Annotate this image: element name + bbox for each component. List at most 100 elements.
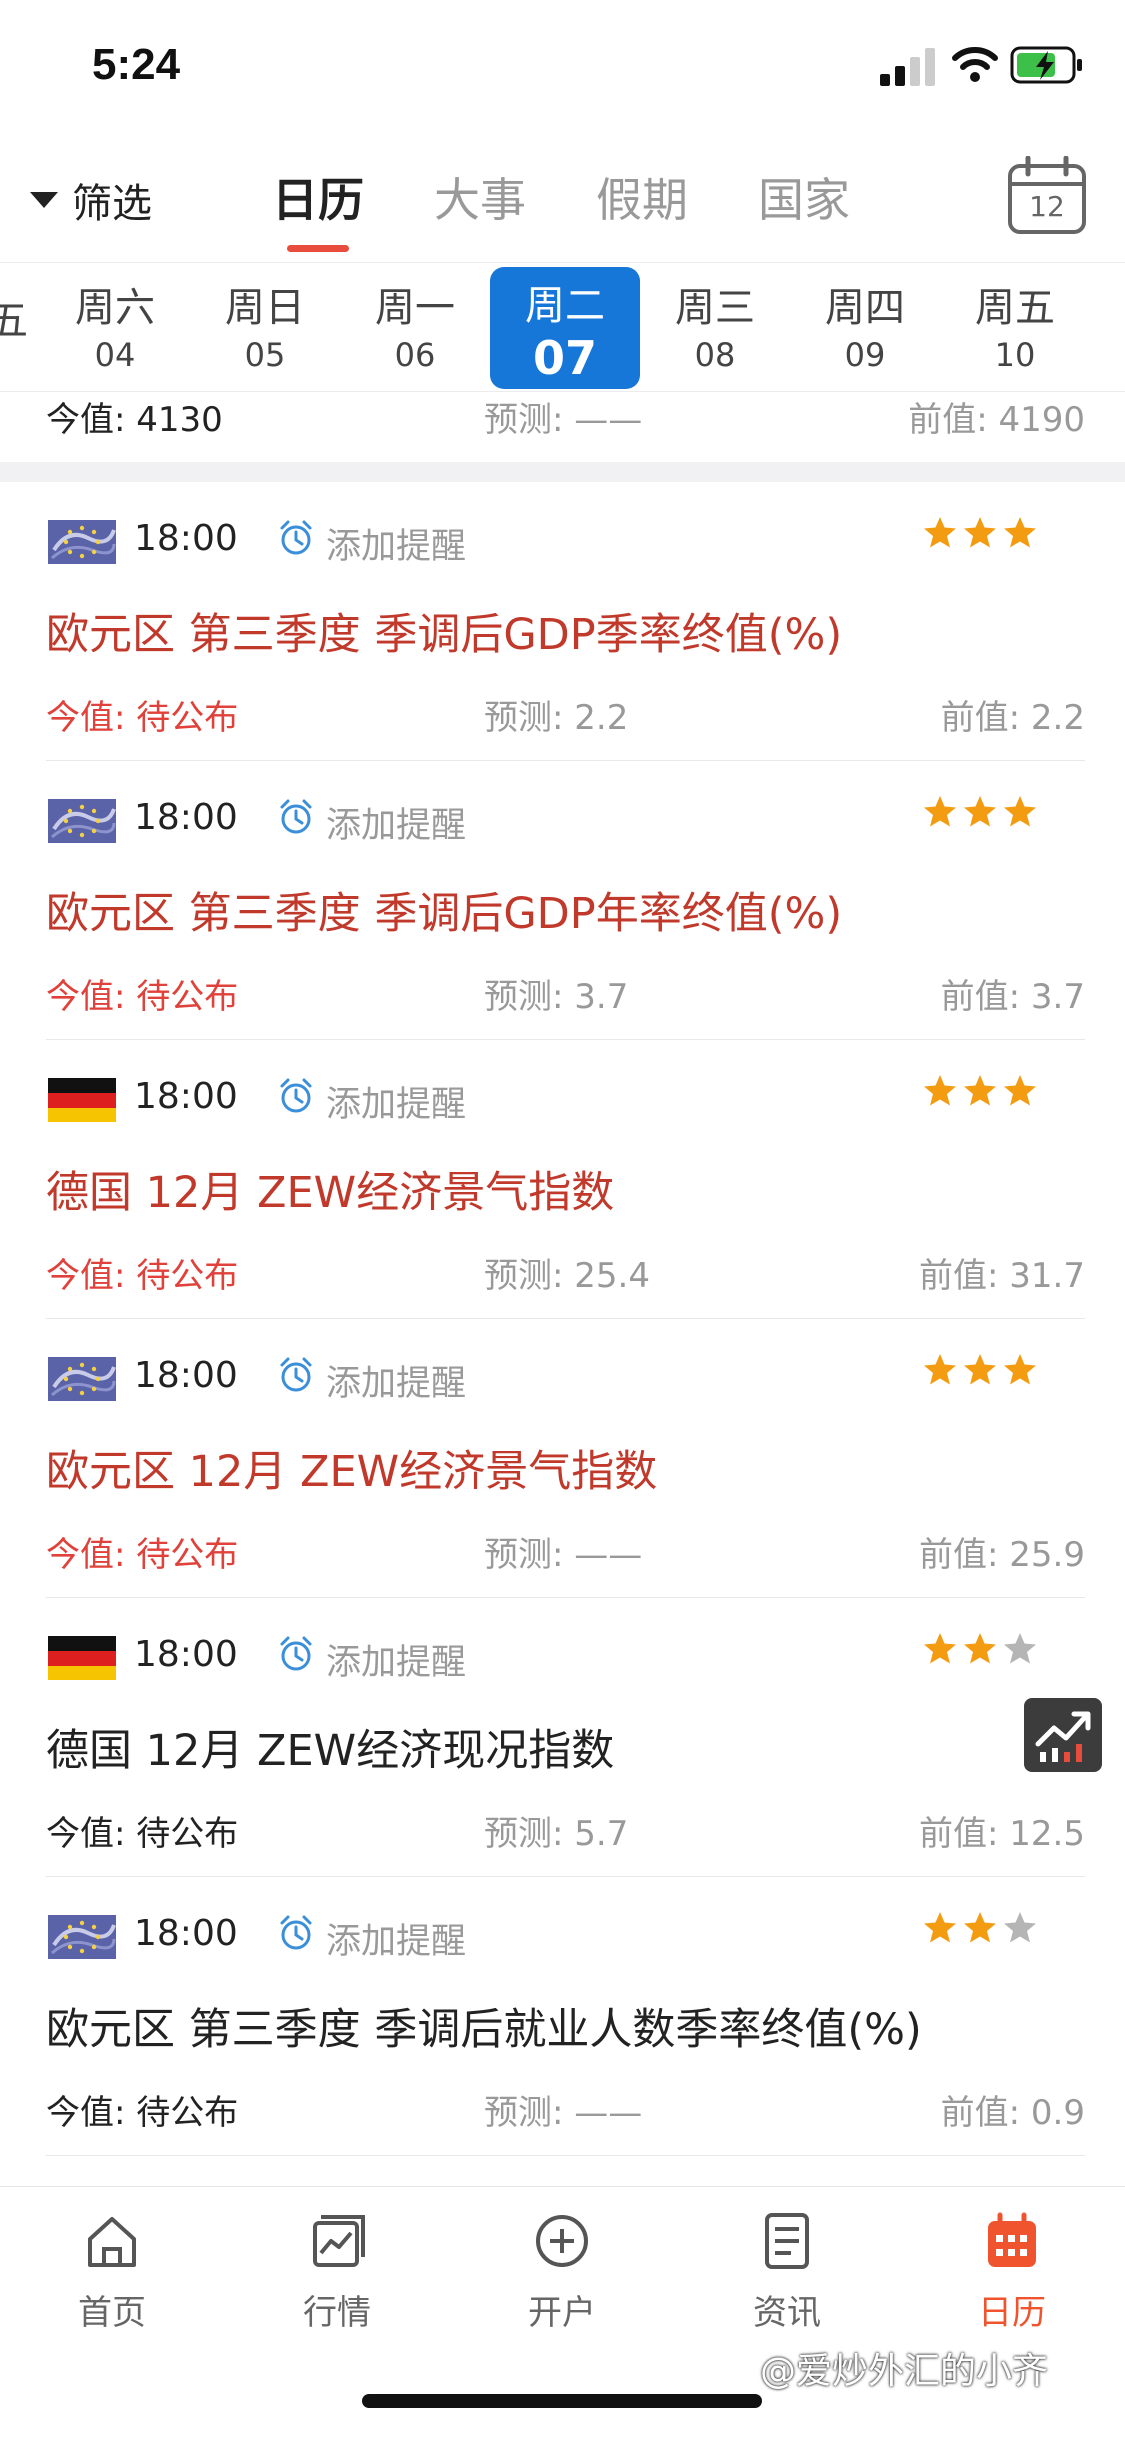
add-reminder-button[interactable]: 添加提醒 (326, 518, 466, 569)
event-title: 欧元区 第三季度 季调后就业人数季率终值(%) (46, 2005, 922, 2055)
home-icon (88, 2217, 136, 2267)
day-thu[interactable]: 周四 09 (790, 263, 940, 391)
alarm-clock-icon[interactable] (278, 1913, 314, 1953)
previous-value: 前值: 31.7 (919, 1256, 1085, 1296)
forecast-value: 预测: 2.2 (484, 698, 629, 738)
bottom-tab-market[interactable]: 行情 (257, 2211, 417, 2334)
tab-major-events[interactable]: 大事 (434, 170, 526, 230)
alarm-clock-icon[interactable] (278, 1634, 314, 1674)
event-time: 18:00 (134, 518, 238, 559)
event-time: 18:00 (134, 1355, 238, 1396)
day-sun[interactable]: 周日 05 (190, 263, 340, 391)
bottom-tab-calendar[interactable]: 日历 (932, 2211, 1092, 2334)
day-wed[interactable]: 周三 08 (640, 263, 790, 391)
section-separator (0, 462, 1125, 482)
previous-value: 前值: 4190 (908, 400, 1085, 440)
triangle-down-icon (30, 192, 58, 208)
tab-holidays[interactable]: 假期 (596, 170, 688, 230)
add-reminder-button[interactable]: 添加提醒 (326, 797, 466, 848)
event-title: 欧元区 第三季度 季调后GDP年率终值(%) (46, 889, 843, 939)
day-fri[interactable]: 周五 10 (940, 263, 1090, 391)
star-filled-icon (964, 1075, 996, 1106)
add-reminder-button[interactable]: 添加提醒 (326, 1913, 466, 1964)
importance-stars (923, 1353, 1037, 1387)
week-strip: 周六 04 周日 05 周一 06 周二 07 周三 08 周四 09 周五 10 (0, 262, 1125, 392)
plus-circle-icon (536, 2215, 588, 2267)
add-reminder-button[interactable]: 添加提醒 (326, 1076, 466, 1127)
previous-value: 前值: 2.2 (940, 698, 1085, 738)
actual-value: 今值: 待公布 (46, 1256, 239, 1296)
calendar-day-number: 12 (1029, 190, 1065, 223)
watermark: @爱炒外汇的小齐 (760, 2351, 1049, 2392)
event-row[interactable]: 18:00 添加提醒 德国 12月 ZEW经济景气指数 今值: 待公布 预测: 25.4… (0, 1040, 1125, 1319)
battery-charging-icon (1010, 46, 1082, 84)
event-row[interactable]: 18:00 添加提醒欧元区 12月 ZEW经济景气指数今值: 待公布 预测: —— 前… (0, 1319, 1125, 1598)
star-filled-icon (964, 517, 996, 548)
forecast-value: 预测: 3.7 (484, 977, 629, 1017)
trend-chart-icon (1035, 1711, 1091, 1762)
actual-value: 今值: 待公布 (46, 2093, 239, 2133)
day-sat[interactable]: 周六 04 (40, 263, 190, 391)
event-values: 今值: 待公布 预测: —— 前值: 25.9 (0, 1527, 1125, 1577)
filter-button[interactable]: 筛选 (30, 170, 152, 230)
bottom-tab-home[interactable]: 首页 (32, 2211, 192, 2334)
filter-label: 筛选 (72, 181, 152, 227)
star-filled-icon (1004, 796, 1036, 827)
event-values: 今值: 待公布 预测: 5.7 前值: 12.5 (0, 1806, 1125, 1856)
day-mon[interactable]: 周一 06 (340, 263, 490, 391)
event-row[interactable]: 18:00 添加提醒欧元区 第三季度 季调后就业人数季率终值(%) 今值: 待公布 预… (0, 1877, 1125, 2156)
event-row[interactable]: 18:00 添加提醒 欧元区 第三季度 季调后GDP季率终值(%) 今值: 待公布 预测… (0, 482, 1125, 761)
eu-flag (48, 1915, 116, 1959)
row-divider (46, 2155, 1085, 2156)
day-tue-selected[interactable]: 周二 07 (490, 267, 640, 389)
calendar-picker-button[interactable]: 12 (1006, 155, 1088, 236)
actual-value: 今值: 4130 (46, 400, 223, 440)
chart-float-button[interactable] (1024, 1698, 1102, 1772)
previous-value: 前值: 25.9 (919, 1535, 1085, 1575)
event-row[interactable]: 18:00 添加提醒 德国 12月 ZEW经济现况指数 今值: 待公布 预测: 5.7 前… (0, 1598, 1125, 1877)
status-time: 5:24 (92, 40, 181, 89)
bottom-tab-open-account[interactable]: 开户 (482, 2211, 642, 2334)
alarm-clock-icon[interactable] (278, 1355, 314, 1395)
bottom-tab-news[interactable]: 资讯 (707, 2211, 867, 2334)
star-filled-icon (1004, 1354, 1036, 1385)
star-filled-icon (1004, 1075, 1036, 1106)
tab-countries[interactable]: 国家 (758, 170, 850, 230)
alarm-clock-icon[interactable] (278, 797, 314, 837)
event-title: 欧元区 12月 ZEW经济景气指数 (46, 1447, 658, 1497)
actual-value: 今值: 待公布 (46, 977, 239, 1017)
event-values: 今值: 待公布 预测: 3.7 前值: 3.7 (0, 969, 1125, 1019)
alarm-clock-icon[interactable] (278, 518, 314, 558)
previous-value: 前值: 3.7 (940, 977, 1085, 1017)
event-title: 德国 12月 ZEW经济景气指数 (46, 1168, 615, 1218)
event-values: 今值: 待公布 预测: 2.2 前值: 2.2 (0, 690, 1125, 740)
star-empty-icon (1004, 1912, 1036, 1943)
calendar-icon (988, 2212, 1036, 2267)
importance-stars (923, 516, 1037, 550)
market-chart-icon (313, 2215, 365, 2267)
star-filled-icon (1004, 517, 1036, 548)
alarm-clock-icon[interactable] (278, 1076, 314, 1116)
cellular-signal-icon (880, 48, 935, 86)
add-reminder-button[interactable]: 添加提醒 (326, 1355, 466, 1406)
wifi-icon (952, 47, 998, 82)
event-values: 今值: 待公布 预测: —— 前值: 0.9 (0, 2085, 1125, 2135)
event-row[interactable]: 18:00 添加提醒 欧元区 第三季度 季调后GDP年率终值(%) 今值: 待公布 预测… (0, 761, 1125, 1040)
event-values: 今值: 待公布 预测: 25.4 前值: 31.7 (0, 1248, 1125, 1298)
event-title: 德国 12月 ZEW经济现况指数 (46, 1726, 615, 1776)
event-time: 18:00 (134, 1913, 238, 1954)
home-indicator[interactable] (362, 2394, 762, 2408)
star-filled-icon (964, 1912, 996, 1943)
star-filled-icon (924, 796, 956, 827)
actual-value: 今值: 待公布 (46, 1814, 239, 1854)
star-filled-icon (924, 1354, 956, 1385)
event-time: 18:00 (134, 1634, 238, 1675)
previous-event-values[interactable]: 今值: 4130 预测: —— 前值: 4190 (0, 392, 1125, 442)
forecast-value: 预测: —— (484, 400, 643, 440)
forecast-value: 预测: 5.7 (484, 1814, 629, 1854)
importance-stars (923, 795, 1037, 829)
importance-stars (923, 1074, 1037, 1108)
tab-calendar[interactable]: 日历 (272, 170, 364, 252)
add-reminder-button[interactable]: 添加提醒 (326, 1634, 466, 1685)
germany-flag (48, 1636, 116, 1680)
